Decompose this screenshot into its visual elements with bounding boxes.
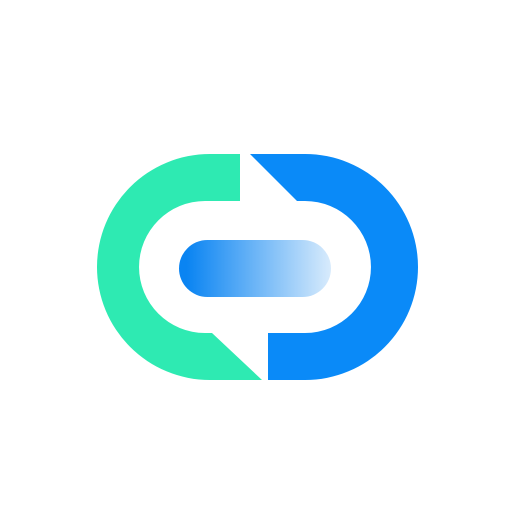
app-icon-canvas [0,0,512,512]
link-chain-icon [97,154,418,380]
center-bar-shape [179,240,331,297]
